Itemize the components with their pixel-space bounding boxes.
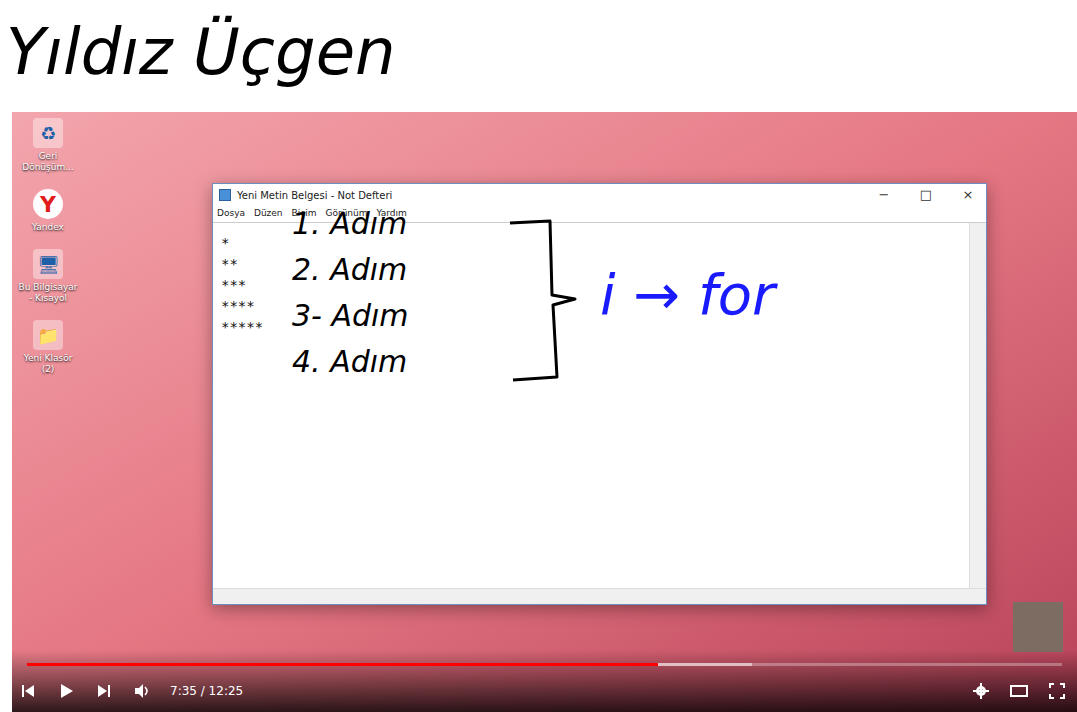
app-icon: 📁 (33, 320, 63, 350)
webcam-overlay (1013, 602, 1063, 652)
theater-icon[interactable] (1009, 681, 1029, 701)
player-controls: 7:35 / 12:25 (12, 650, 1077, 712)
next-icon[interactable] (94, 681, 114, 701)
previous-icon[interactable] (18, 681, 38, 701)
notepad-window[interactable]: Yeni Metin Belgesi - Not Defteri−□ × Dosya… (212, 183, 987, 605)
menu-item[interactable]: Dosya (217, 207, 245, 221)
play-icon[interactable] (56, 681, 76, 701)
progress-bar[interactable] (27, 663, 1062, 666)
fullscreen-icon[interactable] (1047, 681, 1067, 701)
app-icon: Y (33, 189, 63, 219)
progress-fill (27, 663, 658, 666)
handwritten-note: 3- Adım (292, 298, 409, 334)
handwritten-note: 2. Adım (292, 252, 407, 288)
time-display: 7:35 / 12:25 (170, 682, 243, 700)
icon-label: Bu Bilgisayar - Kısayol (17, 282, 79, 304)
desktop-icons: ♻ Geri Dönüşüm... Y Yandex 🖥 Bu Bilgisayar - … (16, 118, 80, 375)
controls-row: 7:35 / 12:25 (18, 678, 1067, 704)
app-icon: ♻ (33, 118, 63, 148)
icon-label: Yeni Klasör (2) (17, 353, 79, 375)
horizontal-scrollbar[interactable] (213, 588, 986, 604)
handwritten-note: 4. Adım (292, 344, 407, 380)
notepad-icon (219, 189, 231, 201)
scrollbar[interactable] (969, 223, 986, 588)
desktop-icon[interactable]: 🖥 Bu Bilgisayar - Kısayol (16, 249, 80, 304)
title-bar: Yeni Metin Belgesi - Not Defteri−□ × (213, 184, 986, 206)
desktop-icon[interactable]: 📁 Yeni Klasör (2) (16, 320, 80, 375)
handwritten-note: Yıldız Üçgen (6, 14, 396, 90)
volume-icon[interactable] (132, 681, 152, 701)
icon-label: Yandex (17, 222, 79, 233)
close-button[interactable]: × (950, 184, 986, 206)
handwritten-note: i → for (600, 262, 775, 328)
desktop-icon[interactable]: Y Yandex (16, 189, 80, 233)
minimize-button[interactable]: − (866, 184, 902, 206)
gear-icon[interactable] (971, 681, 991, 701)
desktop-icon[interactable]: ♻ Geri Dönüşüm... (16, 118, 80, 173)
bracket-mark (505, 215, 580, 385)
window-title: Yeni Metin Belgesi - Not Defteri (237, 188, 860, 203)
app-icon: 🖥 (33, 249, 63, 279)
icon-label: Geri Dönüşüm... (17, 151, 79, 173)
video-frame[interactable]: ♻ Geri Dönüşüm... Y Yandex 🖥 Bu Bilgisayar - … (12, 112, 1077, 712)
handwritten-note: 1. Adım (292, 206, 407, 242)
maximize-button[interactable]: □ (908, 184, 944, 206)
menu-item[interactable]: Düzen (254, 207, 283, 221)
